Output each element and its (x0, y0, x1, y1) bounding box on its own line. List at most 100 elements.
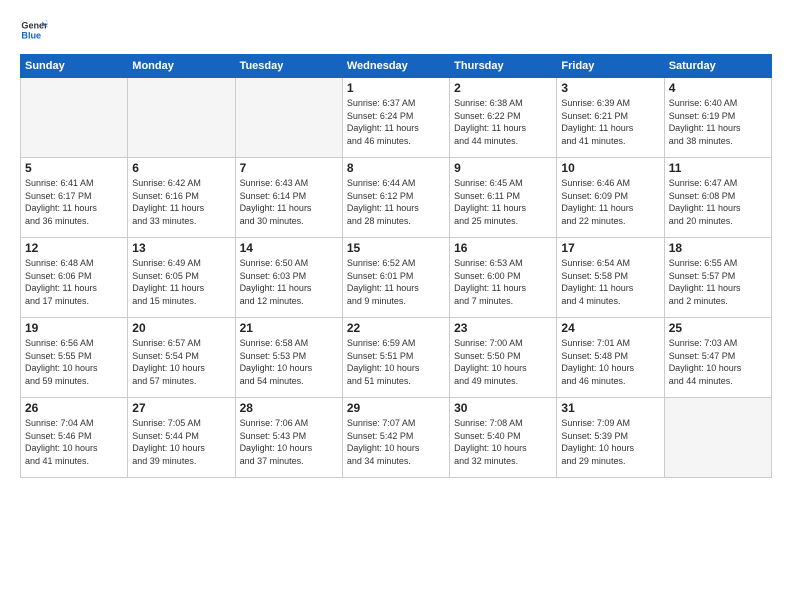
day-number: 10 (561, 161, 659, 175)
day-info: Sunrise: 6:48 AM Sunset: 6:06 PM Dayligh… (25, 257, 123, 307)
day-info: Sunrise: 7:03 AM Sunset: 5:47 PM Dayligh… (669, 337, 767, 387)
day-info: Sunrise: 7:08 AM Sunset: 5:40 PM Dayligh… (454, 417, 552, 467)
day-info: Sunrise: 6:53 AM Sunset: 6:00 PM Dayligh… (454, 257, 552, 307)
calendar-header-row: SundayMondayTuesdayWednesdayThursdayFrid… (21, 55, 772, 78)
calendar-cell: 7 Sunrise: 6:43 AM Sunset: 6:14 PM Daylig… (235, 158, 342, 238)
calendar-week-row: 5 Sunrise: 6:41 AM Sunset: 6:17 PM Daylig… (21, 158, 772, 238)
calendar-cell: 15 Sunrise: 6:52 AM Sunset: 6:01 PM Dayli… (342, 238, 449, 318)
calendar-cell: 4Sunrise: 6:40 AM Sunset: 6:19 PM Daylig… (664, 78, 771, 158)
calendar-cell: 2 Sunrise: 6:38 AM Sunset: 6:22 PM Daylig… (450, 78, 557, 158)
svg-text:Blue: Blue (21, 30, 41, 40)
calendar-cell (664, 398, 771, 478)
day-number: 22 (347, 321, 445, 335)
calendar-table: SundayMondayTuesdayWednesdayThursdayFrid… (20, 54, 772, 478)
day-info: Sunrise: 6:43 AM Sunset: 6:14 PM Dayligh… (240, 177, 338, 227)
weekday-header: Monday (128, 55, 235, 78)
weekday-header: Thursday (450, 55, 557, 78)
weekday-header: Wednesday (342, 55, 449, 78)
calendar-cell: 22Sunrise: 6:59 AM Sunset: 5:51 PM Dayli… (342, 318, 449, 398)
day-number: 12 (25, 241, 123, 255)
calendar-week-row: 1Sunrise: 6:37 AM Sunset: 6:24 PM Daylig… (21, 78, 772, 158)
calendar-cell: 29Sunrise: 7:07 AM Sunset: 5:42 PM Dayli… (342, 398, 449, 478)
day-number: 8 (347, 161, 445, 175)
calendar-cell: 25Sunrise: 7:03 AM Sunset: 5:47 PM Dayli… (664, 318, 771, 398)
day-number: 1 (347, 81, 445, 95)
calendar-cell: 8Sunrise: 6:44 AM Sunset: 6:12 PM Daylig… (342, 158, 449, 238)
day-number: 17 (561, 241, 659, 255)
calendar-cell: 10 Sunrise: 6:46 AM Sunset: 6:09 PM Dayli… (557, 158, 664, 238)
weekday-header: Friday (557, 55, 664, 78)
weekday-header: Saturday (664, 55, 771, 78)
calendar-cell: 21 Sunrise: 6:58 AM Sunset: 5:53 PM Dayli… (235, 318, 342, 398)
calendar-cell: 30Sunrise: 7:08 AM Sunset: 5:40 PM Dayli… (450, 398, 557, 478)
calendar-cell: 31 Sunrise: 7:09 AM Sunset: 5:39 PM Dayli… (557, 398, 664, 478)
calendar-cell: 26 Sunrise: 7:04 AM Sunset: 5:46 PM Dayli… (21, 398, 128, 478)
calendar-cell: 19 Sunrise: 6:56 AM Sunset: 5:55 PM Dayli… (21, 318, 128, 398)
day-info: Sunrise: 6:47 AM Sunset: 6:08 PM Dayligh… (669, 177, 767, 227)
calendar-week-row: 26 Sunrise: 7:04 AM Sunset: 5:46 PM Dayli… (21, 398, 772, 478)
day-number: 7 (240, 161, 338, 175)
day-info: Sunrise: 7:06 AM Sunset: 5:43 PM Dayligh… (240, 417, 338, 467)
day-number: 5 (25, 161, 123, 175)
day-info: Sunrise: 6:50 AM Sunset: 6:03 PM Dayligh… (240, 257, 338, 307)
day-info: Sunrise: 6:49 AM Sunset: 6:05 PM Dayligh… (132, 257, 230, 307)
day-number: 13 (132, 241, 230, 255)
day-number: 19 (25, 321, 123, 335)
day-number: 4 (669, 81, 767, 95)
day-number: 23 (454, 321, 552, 335)
day-info: Sunrise: 6:38 AM Sunset: 6:22 PM Dayligh… (454, 97, 552, 147)
day-number: 24 (561, 321, 659, 335)
day-number: 6 (132, 161, 230, 175)
day-number: 15 (347, 241, 445, 255)
day-number: 31 (561, 401, 659, 415)
calendar-cell: 1Sunrise: 6:37 AM Sunset: 6:24 PM Daylig… (342, 78, 449, 158)
day-info: Sunrise: 6:45 AM Sunset: 6:11 PM Dayligh… (454, 177, 552, 227)
day-info: Sunrise: 6:54 AM Sunset: 5:58 PM Dayligh… (561, 257, 659, 307)
calendar-cell: 27 Sunrise: 7:05 AM Sunset: 5:44 PM Dayli… (128, 398, 235, 478)
day-number: 21 (240, 321, 338, 335)
day-number: 14 (240, 241, 338, 255)
logo: General Blue (20, 16, 52, 44)
day-info: Sunrise: 6:52 AM Sunset: 6:01 PM Dayligh… (347, 257, 445, 307)
calendar-cell: 18Sunrise: 6:55 AM Sunset: 5:57 PM Dayli… (664, 238, 771, 318)
day-number: 26 (25, 401, 123, 415)
calendar-cell: 16 Sunrise: 6:53 AM Sunset: 6:00 PM Dayli… (450, 238, 557, 318)
day-info: Sunrise: 6:57 AM Sunset: 5:54 PM Dayligh… (132, 337, 230, 387)
day-info: Sunrise: 6:58 AM Sunset: 5:53 PM Dayligh… (240, 337, 338, 387)
calendar-cell: 28 Sunrise: 7:06 AM Sunset: 5:43 PM Dayli… (235, 398, 342, 478)
day-info: Sunrise: 6:46 AM Sunset: 6:09 PM Dayligh… (561, 177, 659, 227)
day-info: Sunrise: 6:41 AM Sunset: 6:17 PM Dayligh… (25, 177, 123, 227)
logo-icon: General Blue (20, 16, 48, 44)
day-number: 3 (561, 81, 659, 95)
calendar-cell (128, 78, 235, 158)
day-info: Sunrise: 7:00 AM Sunset: 5:50 PM Dayligh… (454, 337, 552, 387)
day-number: 27 (132, 401, 230, 415)
day-number: 18 (669, 241, 767, 255)
day-number: 20 (132, 321, 230, 335)
calendar-cell: 14 Sunrise: 6:50 AM Sunset: 6:03 PM Dayli… (235, 238, 342, 318)
calendar-cell: 12 Sunrise: 6:48 AM Sunset: 6:06 PM Dayli… (21, 238, 128, 318)
calendar-cell: 20 Sunrise: 6:57 AM Sunset: 5:54 PM Dayli… (128, 318, 235, 398)
day-number: 28 (240, 401, 338, 415)
day-info: Sunrise: 6:42 AM Sunset: 6:16 PM Dayligh… (132, 177, 230, 227)
day-number: 2 (454, 81, 552, 95)
calendar-cell: 6 Sunrise: 6:42 AM Sunset: 6:16 PM Daylig… (128, 158, 235, 238)
day-info: Sunrise: 7:04 AM Sunset: 5:46 PM Dayligh… (25, 417, 123, 467)
day-number: 16 (454, 241, 552, 255)
day-number: 29 (347, 401, 445, 415)
calendar-cell (235, 78, 342, 158)
day-number: 9 (454, 161, 552, 175)
day-number: 11 (669, 161, 767, 175)
day-info: Sunrise: 6:39 AM Sunset: 6:21 PM Dayligh… (561, 97, 659, 147)
day-info: Sunrise: 7:09 AM Sunset: 5:39 PM Dayligh… (561, 417, 659, 467)
day-info: Sunrise: 7:01 AM Sunset: 5:48 PM Dayligh… (561, 337, 659, 387)
day-info: Sunrise: 6:56 AM Sunset: 5:55 PM Dayligh… (25, 337, 123, 387)
calendar-week-row: 19 Sunrise: 6:56 AM Sunset: 5:55 PM Dayli… (21, 318, 772, 398)
calendar-cell: 24 Sunrise: 7:01 AM Sunset: 5:48 PM Dayli… (557, 318, 664, 398)
svg-text:General: General (21, 21, 48, 31)
page-header: General Blue (20, 16, 772, 44)
day-info: Sunrise: 7:05 AM Sunset: 5:44 PM Dayligh… (132, 417, 230, 467)
calendar-cell: 17 Sunrise: 6:54 AM Sunset: 5:58 PM Dayli… (557, 238, 664, 318)
calendar-week-row: 12 Sunrise: 6:48 AM Sunset: 6:06 PM Dayli… (21, 238, 772, 318)
calendar-cell: 13 Sunrise: 6:49 AM Sunset: 6:05 PM Dayli… (128, 238, 235, 318)
